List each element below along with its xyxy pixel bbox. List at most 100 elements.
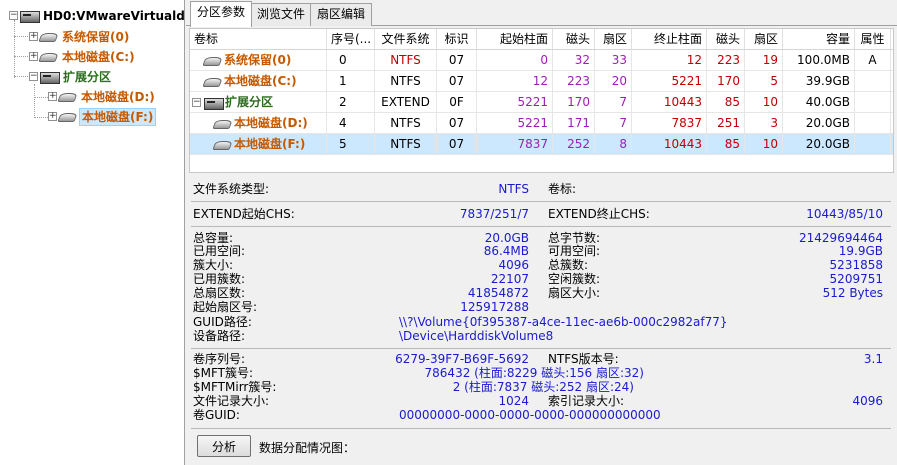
volume-icon	[40, 32, 57, 42]
extend-start-chs-label: EXTEND起始CHS:	[193, 207, 295, 221]
separator	[191, 226, 891, 227]
row-start-cylinder: 5221	[477, 113, 553, 133]
col-filesystem[interactable]: 文件系统	[375, 29, 437, 49]
row-end-head: 223	[707, 50, 745, 70]
col-attributes[interactable]: 属性	[855, 29, 891, 49]
table-row[interactable]: 本地磁盘(C:) 1 NTFS 07 12 223 20 5221 170 5 …	[190, 71, 893, 92]
row-start-cylinder: 0	[477, 50, 553, 70]
volume-icon	[214, 119, 231, 129]
extend-start-chs-value: 7837/251/7	[459, 207, 529, 221]
tab-partition-params[interactable]: 分区参数	[190, 1, 253, 27]
row-index: 1	[327, 71, 375, 91]
table-row-selected[interactable]: 本地磁盘(F:) 5 NTFS 07 7837 252 8 10443 85 1…	[190, 134, 893, 155]
row-start-head: 171	[553, 113, 595, 133]
col-end-head[interactable]: 磁头	[707, 29, 745, 49]
used-space-label: 已用空间:	[193, 244, 246, 258]
col-start-cylinder[interactable]: 起始柱面	[477, 29, 553, 49]
col-start-head[interactable]: 磁头	[553, 29, 595, 49]
tab-browse-files[interactable]: 浏览文件	[250, 3, 313, 26]
sector-size-label: 扇区大小:	[548, 286, 601, 300]
row-label: − 扩展分区	[190, 92, 327, 112]
col-start-sector[interactable]: 扇区	[595, 29, 632, 49]
row-start-sector: 20	[595, 71, 632, 91]
total-sectors-label: 总扇区数:	[193, 286, 246, 300]
tree-item-system-reserved[interactable]: + 系统保留(0)	[29, 26, 131, 46]
total-sectors-value: 41854872	[467, 286, 529, 300]
row-end-head: 85	[707, 92, 745, 112]
hard-disk-icon	[20, 10, 40, 23]
tree-item-label: 系统保留(0)	[62, 29, 130, 44]
volume-icon	[204, 77, 221, 87]
free-clusters-value: 5209751	[829, 272, 883, 286]
table-header: 卷标 序号(... 文件系统 标识 起始柱面 磁头 扇区 终止柱面 磁头 扇区 …	[190, 29, 893, 50]
disk-tree[interactable]: − HD0:VMwareVirtualdi + 系统保留(0) + 本地磁盘(C:) …	[0, 0, 185, 465]
collapse-toggle[interactable]: −	[192, 98, 201, 107]
tab-sector-editor[interactable]: 扇区编辑	[310, 3, 373, 26]
partition-details: 文件系统类型: NTFS 卷标: EXTEND起始CHS: 7837/251/7…	[189, 176, 894, 465]
mftmirr-cluster-label: $MFTMirr簇号:	[193, 380, 277, 394]
collapse-toggle[interactable]: −	[9, 11, 18, 20]
file-record-size-value: 1024	[498, 394, 529, 408]
guid-path-value: \\?\Volume{0f395387-a4ce-11ec-ae6b-000c2…	[399, 315, 728, 329]
row-end-cylinder: 10443	[632, 92, 707, 112]
tree-item-label: 本地磁盘(D:)	[81, 89, 155, 104]
row-end-sector: 10	[745, 134, 783, 154]
row-end-sector: 19	[745, 50, 783, 70]
mft-cluster-value: 786432 (柱面:8229 磁头:156 扇区:32)	[424, 366, 644, 380]
row-capacity: 40.0GB	[783, 92, 855, 112]
expand-toggle[interactable]: +	[48, 112, 57, 121]
ntfs-version-label: NTFS版本号:	[548, 352, 619, 366]
row-start-sector: 33	[595, 50, 632, 70]
col-capacity[interactable]: 容量	[783, 29, 855, 49]
col-index[interactable]: 序号(...	[327, 29, 375, 49]
table-row[interactable]: 系统保留(0) 0 NTFS 07 0 32 33 12 223 19 100.…	[190, 50, 893, 71]
row-end-head: 251	[707, 113, 745, 133]
table-row[interactable]: − 扩展分区 2 EXTEND 0F 5221 170 7 10443 85 10…	[190, 92, 893, 113]
volume-icon	[204, 56, 221, 66]
row-start-sector: 7	[595, 92, 632, 112]
row-label: 本地磁盘(C:)	[190, 71, 327, 91]
row-attributes	[855, 134, 891, 154]
right-panel: 分区参数 浏览文件 扇区编辑 卷标 序号(... 文件系统 标识 起始柱面 磁头…	[186, 0, 897, 465]
volume-label-label: 卷标:	[548, 182, 577, 196]
analyze-button[interactable]: 分析	[197, 435, 251, 457]
tree-item-label: 本地磁盘(F:)	[79, 107, 157, 126]
row-end-sector: 5	[745, 71, 783, 91]
row-label: 本地磁盘(F:)	[190, 134, 327, 154]
row-end-head: 85	[707, 134, 745, 154]
col-volume-label[interactable]: 卷标	[190, 29, 327, 49]
separator	[191, 348, 891, 349]
expand-toggle[interactable]: +	[48, 92, 57, 101]
tree-item-label: 本地磁盘(C:)	[62, 49, 135, 64]
row-start-head: 170	[553, 92, 595, 112]
partition-icon	[40, 71, 60, 84]
tree-item-extended-partition[interactable]: − 扩展分区	[29, 66, 113, 86]
total-clusters-label: 总簇数:	[548, 258, 589, 272]
volume-guid-label: 卷GUID:	[193, 408, 240, 422]
row-start-cylinder: 12	[477, 71, 553, 91]
expand-toggle[interactable]: +	[29, 52, 38, 61]
sector-size-value: 512 Bytes	[822, 286, 883, 300]
free-space-value: 19.9GB	[838, 244, 883, 258]
row-capacity: 20.0GB	[783, 134, 855, 154]
col-id[interactable]: 标识	[437, 29, 477, 49]
expand-toggle[interactable]: +	[29, 32, 38, 41]
row-index: 0	[327, 50, 375, 70]
tree-item-local-disk-f[interactable]: + 本地磁盘(F:)	[48, 106, 157, 126]
tree-root-disk[interactable]: − HD0:VMwareVirtualdi	[9, 5, 184, 25]
row-filesystem: NTFS	[375, 50, 437, 70]
table-row[interactable]: 本地磁盘(D:) 4 NTFS 07 5221 171 7 7837 251 3…	[190, 113, 893, 134]
row-index: 5	[327, 134, 375, 154]
collapse-toggle[interactable]: −	[29, 72, 38, 81]
device-path-value: \Device\HarddiskVolume8	[399, 329, 554, 343]
total-clusters-value: 5231858	[829, 258, 883, 272]
col-end-sector[interactable]: 扇区	[745, 29, 783, 49]
volume-icon	[59, 92, 76, 102]
tree-item-local-disk-c[interactable]: + 本地磁盘(C:)	[29, 46, 137, 66]
separator	[191, 201, 891, 202]
partition-table[interactable]: 卷标 序号(... 文件系统 标识 起始柱面 磁头 扇区 终止柱面 磁头 扇区 …	[189, 28, 894, 173]
volume-serial-label: 卷序列号:	[193, 352, 246, 366]
tree-item-local-disk-d[interactable]: + 本地磁盘(D:)	[48, 86, 157, 106]
row-label: 系统保留(0)	[190, 50, 327, 70]
col-end-cylinder[interactable]: 终止柱面	[632, 29, 707, 49]
